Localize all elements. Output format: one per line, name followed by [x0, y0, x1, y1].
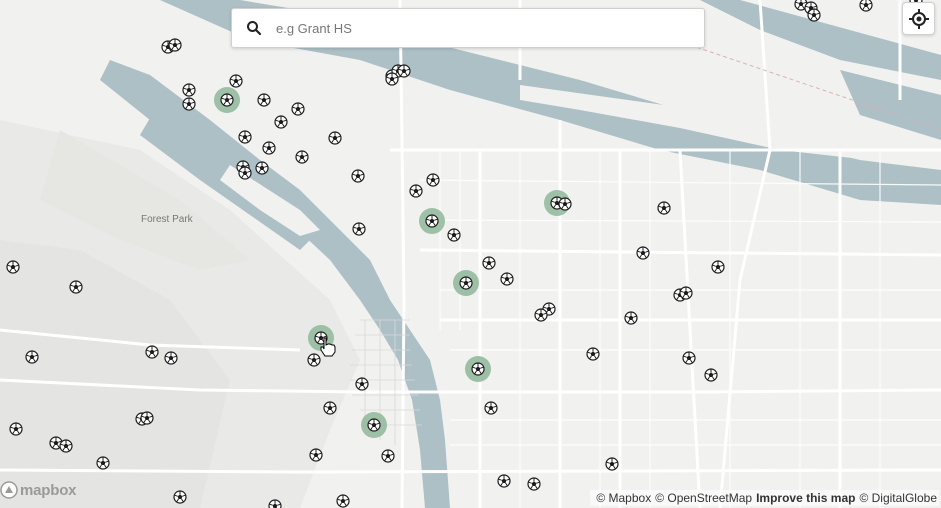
attribution-osm-link[interactable]: © OpenStreetMap — [655, 491, 752, 505]
map-attribution: © Mapbox © OpenStreetMap Improve this ma… — [590, 490, 939, 506]
soccer-ball-marker[interactable] — [69, 280, 83, 294]
soccer-ball-marker[interactable] — [679, 286, 693, 300]
soccer-ball-marker[interactable] — [704, 368, 718, 382]
soccer-ball-marker[interactable] — [425, 214, 439, 228]
soccer-ball-marker[interactable] — [500, 272, 514, 286]
soccer-ball-marker[interactable] — [96, 456, 110, 470]
soccer-ball-marker[interactable] — [859, 0, 873, 12]
soccer-ball-marker[interactable] — [6, 260, 20, 274]
soccer-ball-marker[interactable] — [291, 102, 305, 116]
attribution-digitalglobe-link[interactable]: © DigitalGlobe — [859, 491, 937, 505]
soccer-ball-marker[interactable] — [182, 97, 196, 111]
soccer-ball-marker[interactable] — [682, 351, 696, 365]
soccer-ball-marker[interactable] — [25, 350, 39, 364]
attribution-mapbox-link[interactable]: © Mapbox — [596, 491, 651, 505]
map-canvas[interactable] — [0, 0, 941, 508]
crosshair-icon — [908, 8, 929, 29]
soccer-ball-marker[interactable] — [323, 401, 337, 415]
soccer-ball-marker[interactable] — [426, 173, 440, 187]
improve-map-link[interactable]: Improve this map — [756, 491, 855, 505]
search-input[interactable] — [272, 20, 680, 36]
soccer-ball-marker[interactable] — [385, 72, 399, 86]
soccer-ball-marker[interactable] — [397, 64, 411, 78]
soccer-ball-marker[interactable] — [182, 83, 196, 97]
soccer-ball-marker[interactable] — [367, 418, 381, 432]
soccer-ball-marker[interactable] — [307, 353, 321, 367]
soccer-ball-marker[interactable] — [534, 308, 548, 322]
mapbox-logo[interactable]: mapbox — [0, 480, 77, 500]
soccer-ball-marker[interactable] — [624, 311, 638, 325]
soccer-ball-marker[interactable] — [173, 490, 187, 504]
soccer-ball-marker[interactable] — [352, 222, 366, 236]
soccer-ball-marker[interactable] — [268, 499, 282, 508]
soccer-ball-marker[interactable] — [605, 457, 619, 471]
soccer-ball-marker[interactable] — [447, 228, 461, 242]
mapbox-logo-icon — [0, 481, 18, 499]
soccer-ball-marker[interactable] — [636, 246, 650, 260]
soccer-ball-marker[interactable] — [351, 169, 365, 183]
soccer-ball-marker[interactable] — [328, 131, 342, 145]
soccer-ball-marker[interactable] — [145, 345, 159, 359]
soccer-ball-marker[interactable] — [274, 115, 288, 129]
soccer-ball-marker[interactable] — [238, 130, 252, 144]
soccer-ball-marker[interactable] — [255, 161, 269, 175]
soccer-ball-marker[interactable] — [9, 422, 23, 436]
soccer-ball-marker[interactable] — [295, 150, 309, 164]
soccer-ball-marker[interactable] — [471, 362, 485, 376]
geolocate-button[interactable] — [902, 2, 935, 35]
soccer-ball-marker[interactable] — [140, 411, 154, 425]
soccer-ball-marker[interactable] — [381, 449, 395, 463]
soccer-ball-marker[interactable] — [336, 494, 350, 508]
mapbox-logo-text: mapbox — [20, 481, 77, 499]
soccer-ball-marker[interactable] — [164, 351, 178, 365]
place-label-forest-park: Forest Park — [141, 214, 193, 225]
search-bar[interactable] — [231, 8, 705, 48]
soccer-ball-marker[interactable] — [586, 347, 600, 361]
soccer-ball-marker[interactable] — [807, 8, 821, 22]
search-icon — [247, 21, 262, 36]
soccer-ball-marker[interactable] — [459, 276, 473, 290]
soccer-ball-marker[interactable] — [409, 184, 423, 198]
soccer-ball-marker[interactable] — [238, 166, 252, 180]
soccer-ball-marker[interactable] — [355, 377, 369, 391]
soccer-ball-marker[interactable] — [220, 93, 234, 107]
soccer-ball-marker[interactable] — [497, 474, 511, 488]
soccer-ball-marker[interactable] — [168, 38, 182, 52]
soccer-ball-marker[interactable] — [711, 260, 725, 274]
soccer-ball-marker[interactable] — [309, 448, 323, 462]
soccer-ball-marker[interactable] — [257, 93, 271, 107]
soccer-ball-marker[interactable] — [558, 197, 572, 211]
soccer-ball-marker[interactable] — [482, 256, 496, 270]
soccer-ball-marker[interactable] — [59, 439, 73, 453]
soccer-ball-marker[interactable] — [657, 201, 671, 215]
soccer-ball-marker[interactable] — [262, 141, 276, 155]
soccer-ball-marker[interactable] — [527, 477, 541, 491]
soccer-ball-marker[interactable] — [484, 401, 498, 415]
soccer-ball-marker[interactable] — [229, 74, 243, 88]
